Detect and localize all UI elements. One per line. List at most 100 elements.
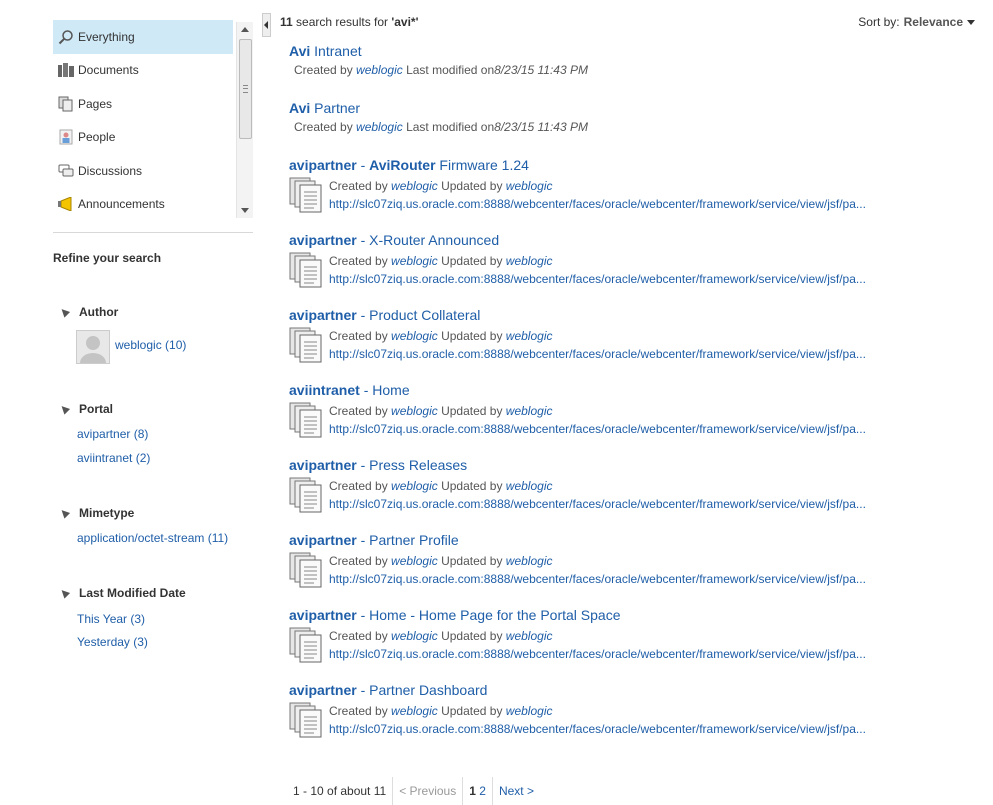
- facet-portal-aviintranet[interactable]: aviintranet (2): [77, 451, 150, 465]
- avatar: [76, 330, 110, 364]
- result-author-link[interactable]: weblogic: [391, 554, 438, 568]
- facet-title: Author: [79, 305, 119, 319]
- people-icon: [57, 128, 75, 146]
- previous-page-link: < Previous: [393, 777, 464, 805]
- search-icon: [57, 28, 75, 46]
- result-title-link[interactable]: avipartner - Partner Profile: [289, 532, 459, 548]
- result-author-link[interactable]: weblogic: [391, 179, 438, 193]
- sort-value: Relevance: [903, 15, 963, 29]
- collapse-triangle-icon: [58, 587, 71, 599]
- pages-icon: [57, 95, 75, 113]
- result-item: Avi Partner Created by weblogic Last mod…: [289, 100, 929, 134]
- result-item: Avi Intranet Created by weblogic Last mo…: [289, 43, 929, 77]
- result-title-link[interactable]: avipartner - Product Collateral: [289, 307, 480, 323]
- result-url[interactable]: http://slc07ziq.us.oracle.com:8888/webce…: [329, 345, 866, 363]
- divider: [53, 232, 253, 233]
- facet-mimetype-toggle[interactable]: Mimetype: [58, 506, 134, 520]
- result-meta: Created by weblogic Updated by weblogic: [329, 329, 553, 343]
- document-icon: [289, 702, 323, 738]
- result-item: aviintranet - Home Created by weblogic U…: [289, 382, 929, 438]
- result-author-link[interactable]: weblogic: [391, 704, 438, 718]
- result-updater-link[interactable]: weblogic: [506, 404, 553, 418]
- result-title-link[interactable]: avipartner - Home - Home Page for the Po…: [289, 607, 621, 623]
- result-url[interactable]: http://slc07ziq.us.oracle.com:8888/webce…: [329, 420, 866, 438]
- result-updater-link[interactable]: weblogic: [506, 554, 553, 568]
- result-updater-link[interactable]: weblogic: [506, 329, 553, 343]
- result-updater-link[interactable]: weblogic: [506, 479, 553, 493]
- document-icon: [289, 477, 323, 513]
- result-url[interactable]: http://slc07ziq.us.oracle.com:8888/webce…: [329, 270, 866, 288]
- document-icon: [289, 627, 323, 663]
- result-author-link[interactable]: weblogic: [356, 120, 403, 134]
- page-2-link[interactable]: 2: [479, 784, 486, 798]
- facet-portal-toggle[interactable]: Portal: [58, 402, 114, 416]
- result-author-link[interactable]: weblogic: [391, 329, 438, 343]
- collapse-triangle-icon: [58, 403, 71, 415]
- result-url[interactable]: http://slc07ziq.us.oracle.com:8888/webce…: [329, 720, 866, 738]
- facet-modified-yesterday[interactable]: Yesterday (3): [77, 635, 148, 649]
- scroll-down-icon[interactable]: [241, 208, 249, 213]
- results-text: search results for: [292, 15, 392, 29]
- result-url[interactable]: http://slc07ziq.us.oracle.com:8888/webce…: [329, 195, 866, 213]
- search-query: 'avi*': [391, 15, 419, 29]
- result-updater-link[interactable]: weblogic: [506, 179, 553, 193]
- scroll-thumb[interactable]: [239, 39, 252, 139]
- document-icon: [289, 252, 323, 288]
- documents-icon: [57, 61, 75, 79]
- result-updater-link[interactable]: weblogic: [506, 704, 553, 718]
- facet-modified-this-year[interactable]: This Year (3): [77, 612, 145, 626]
- result-title-link[interactable]: Avi Intranet: [289, 43, 362, 59]
- results-summary: 11 search results for 'avi*': [280, 15, 418, 29]
- result-meta: Created by weblogic Updated by weblogic: [329, 479, 553, 493]
- facet-portal-avipartner[interactable]: avipartner (8): [77, 427, 148, 441]
- result-meta: Created by weblogic Updated by weblogic: [329, 404, 553, 418]
- category-label: Announcements: [78, 197, 165, 212]
- result-author-link[interactable]: weblogic: [391, 479, 438, 493]
- result-author-link[interactable]: weblogic: [391, 254, 438, 268]
- category-announcements[interactable]: Announcements: [53, 188, 233, 222]
- collapse-pane-button[interactable]: [262, 13, 271, 37]
- result-author-link[interactable]: weblogic: [356, 63, 403, 77]
- category-label: Discussions: [78, 163, 143, 178]
- result-title-link[interactable]: avipartner - Partner Dashboard: [289, 682, 487, 698]
- facet-modified-toggle[interactable]: Last Modified Date: [58, 586, 186, 600]
- category-everything[interactable]: Everything: [53, 20, 233, 54]
- announcements-icon: [57, 195, 75, 213]
- document-icon: [289, 552, 323, 588]
- facet-title: Last Modified Date: [79, 586, 186, 600]
- scroll-up-icon[interactable]: [241, 27, 249, 32]
- discussions-icon: [57, 162, 75, 180]
- result-url[interactable]: http://slc07ziq.us.oracle.com:8888/webce…: [329, 570, 866, 588]
- result-title-link[interactable]: avipartner - X-Router Announced: [289, 232, 499, 248]
- result-title-link[interactable]: aviintranet - Home: [289, 382, 410, 398]
- category-label: Everything: [78, 29, 135, 44]
- result-author-link[interactable]: weblogic: [391, 404, 438, 418]
- result-count: 11: [280, 15, 293, 29]
- category-documents[interactable]: Documents: [53, 54, 233, 88]
- result-title-link[interactable]: avipartner - Press Releases: [289, 457, 467, 473]
- result-author-link[interactable]: weblogic: [391, 629, 438, 643]
- collapse-triangle-icon: [58, 306, 71, 318]
- facet-title: Portal: [79, 402, 114, 416]
- result-item: avipartner - Partner Dashboard Created b…: [289, 682, 929, 738]
- result-title-link[interactable]: avipartner - AviRouter Firmware 1.24: [289, 157, 529, 173]
- result-range: 1 - 10 of about 11: [289, 777, 394, 805]
- category-people[interactable]: People: [53, 121, 233, 155]
- category-pages[interactable]: Pages: [53, 87, 233, 121]
- result-url[interactable]: http://slc07ziq.us.oracle.com:8888/webce…: [329, 645, 866, 663]
- category-label: People: [78, 130, 116, 145]
- result-url[interactable]: http://slc07ziq.us.oracle.com:8888/webce…: [329, 495, 866, 513]
- result-updater-link[interactable]: weblogic: [506, 254, 553, 268]
- facet-author-weblogic[interactable]: weblogic (10): [115, 338, 186, 352]
- result-updater-link[interactable]: weblogic: [506, 629, 553, 643]
- category-discussions[interactable]: Discussions: [53, 154, 233, 188]
- result-item: avipartner - Product Collateral Created …: [289, 307, 929, 363]
- category-scrollbar[interactable]: [236, 22, 253, 218]
- next-page-link[interactable]: Next >: [493, 777, 540, 805]
- document-icon: [289, 402, 323, 438]
- result-title-link[interactable]: Avi Partner: [289, 100, 360, 116]
- facet-mimetype-octet[interactable]: application/octet-stream (11): [77, 531, 228, 545]
- refine-heading: Refine your search: [53, 251, 162, 265]
- facet-author-toggle[interactable]: Author: [58, 305, 119, 319]
- sort-dropdown[interactable]: Sort by: Relevance: [858, 15, 975, 29]
